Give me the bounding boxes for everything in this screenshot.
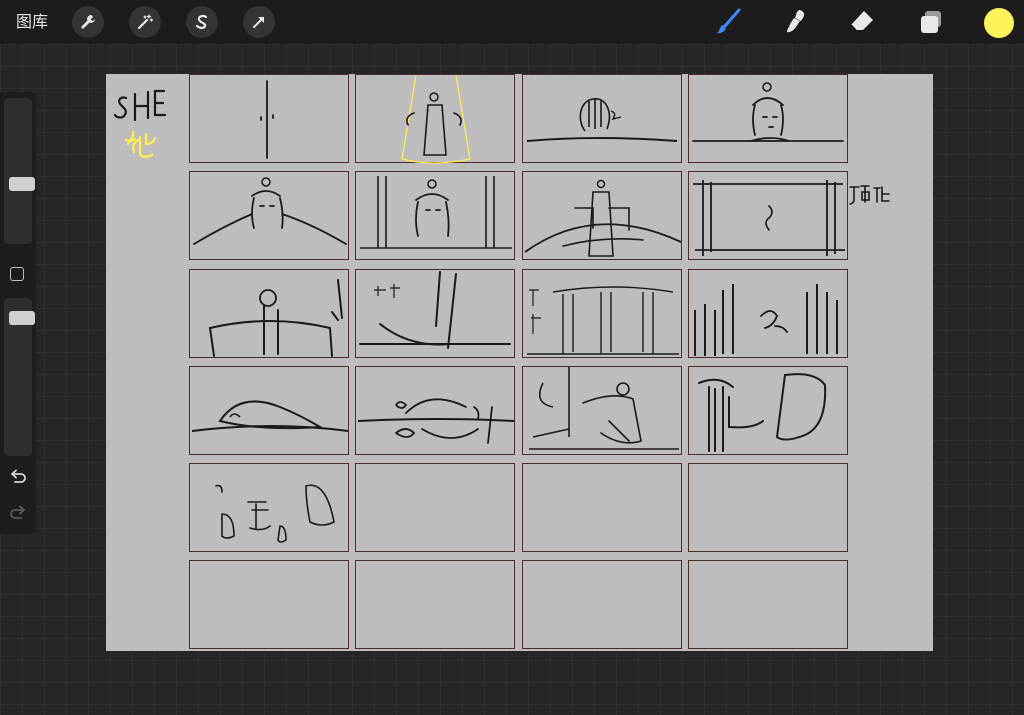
modify-button[interactable]	[10, 267, 24, 281]
wrench-icon[interactable]	[72, 6, 104, 38]
storyboard-panel-4[interactable]	[688, 74, 848, 163]
storyboard-panel-18[interactable]	[355, 463, 515, 552]
color-picker[interactable]	[984, 8, 1014, 38]
smudge-icon[interactable]	[780, 6, 812, 38]
storyboard-panel-10[interactable]	[355, 269, 515, 358]
storyboard-panel-21[interactable]	[189, 560, 349, 649]
storyboard-panel-7[interactable]	[522, 171, 682, 260]
storyboard-panel-16[interactable]	[688, 366, 848, 455]
magic-wand-icon[interactable]	[129, 6, 161, 38]
drawing-canvas[interactable]	[106, 74, 933, 651]
storyboard-panel-12[interactable]	[688, 269, 848, 358]
brush-size-thumb[interactable]	[9, 177, 35, 191]
storyboard-panel-5[interactable]	[189, 171, 349, 260]
storyboard-panel-14[interactable]	[355, 366, 515, 455]
storyboard-panel-20[interactable]	[688, 463, 848, 552]
brush-size-slider[interactable]	[4, 98, 35, 244]
selection-icon[interactable]	[186, 6, 218, 38]
side-note-top-view	[849, 185, 890, 205]
storyboard-panel-24[interactable]	[688, 560, 848, 649]
opacity-slider[interactable]	[4, 298, 35, 456]
opacity-thumb[interactable]	[9, 311, 35, 325]
storyboard-panel-13[interactable]	[189, 366, 349, 455]
storyboard-panel-22[interactable]	[355, 560, 515, 649]
storyboard-panel-11[interactable]	[522, 269, 682, 358]
top-toolbar: 图库	[0, 0, 1024, 44]
storyboard-panel-8[interactable]	[688, 171, 848, 260]
left-sidebar	[0, 92, 36, 534]
storyboard-panel-3[interactable]	[522, 74, 682, 163]
transform-arrow-icon[interactable]	[243, 6, 275, 38]
brush-icon[interactable]	[712, 6, 744, 38]
storyboard-panel-6[interactable]	[355, 171, 515, 260]
storyboard-panel-19[interactable]	[522, 463, 682, 552]
storyboard-panel-17[interactable]	[189, 463, 349, 552]
storyboard-panel-9[interactable]	[189, 269, 349, 358]
layers-icon[interactable]	[915, 6, 947, 38]
she-title-sketch	[113, 89, 167, 158]
redo-icon[interactable]	[8, 504, 28, 524]
eraser-icon[interactable]	[846, 6, 878, 38]
storyboard-panel-23[interactable]	[522, 560, 682, 649]
undo-icon[interactable]	[8, 468, 28, 488]
gallery-link[interactable]: 图库	[16, 12, 48, 32]
storyboard-panel-15[interactable]	[522, 366, 682, 455]
storyboard-panel-1[interactable]	[189, 74, 349, 163]
storyboard-panel-2[interactable]	[355, 74, 515, 164]
